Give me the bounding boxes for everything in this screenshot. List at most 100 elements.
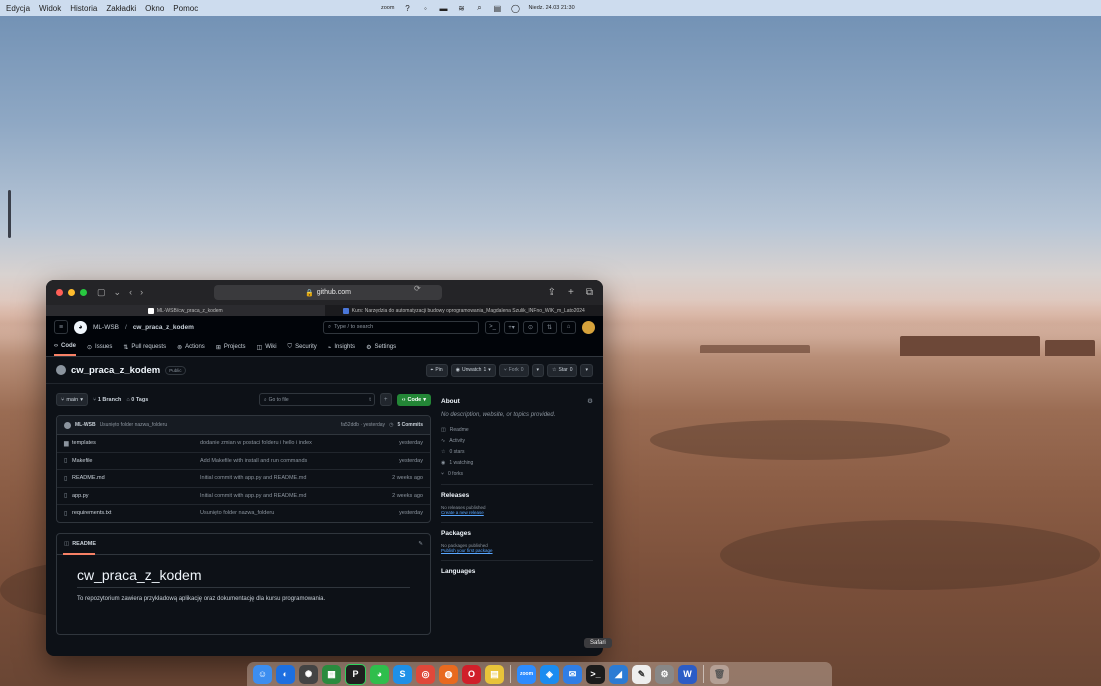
star-button[interactable]: ☆ Star 0 <box>547 363 578 377</box>
tab-actions[interactable]: ⊚ Actions <box>177 338 205 356</box>
help-circle-icon[interactable]: ? <box>402 4 412 13</box>
tab-overview-icon[interactable]: ⧉ <box>586 287 593 298</box>
table-row[interactable]: ▯ README.md Initial commit with app.py a… <box>57 470 430 488</box>
create-release-link[interactable]: Create a new release <box>441 510 593 515</box>
tab-issues[interactable]: ⊙ Issues <box>87 338 112 356</box>
tab-code[interactable]: ‹› Code <box>54 338 76 356</box>
file-name[interactable]: templates <box>72 440 200 446</box>
forward-icon[interactable]: › <box>140 287 143 298</box>
menu-zakladki[interactable]: Zakładki <box>106 4 136 13</box>
stars-link[interactable]: ☆ 0 stars <box>441 449 593 455</box>
file-commit-message[interactable]: Initial commit with app.py and README.md <box>200 475 363 481</box>
notes-icon[interactable]: ▤ <box>485 664 504 684</box>
tab-insights[interactable]: ⌁ Insights <box>328 338 355 356</box>
command-palette-icon[interactable]: >_ <box>485 320 500 334</box>
repo-title[interactable]: cw_praca_z_kodem <box>71 365 160 376</box>
close-window-button[interactable] <box>56 289 63 296</box>
file-commit-message[interactable]: Usunięto folder nazwa_folderu <box>200 510 363 516</box>
readme-tab[interactable]: README <box>72 541 96 547</box>
wifi-icon[interactable]: ≋ <box>456 4 466 13</box>
mail-icon[interactable]: ✉ <box>563 664 582 684</box>
file-name[interactable]: README.md <box>72 475 200 481</box>
settings-icon[interactable]: ⚙ <box>655 664 674 684</box>
publish-package-link[interactable]: Publish your first package <box>441 548 593 553</box>
app-icon[interactable]: ◐ <box>276 664 295 684</box>
table-row[interactable]: ▆ templates dodanie zmian w postaci fold… <box>57 435 430 453</box>
breadcrumb-owner[interactable]: ML-WSB <box>93 324 119 331</box>
gear-icon[interactable]: ⚙ <box>587 397 593 405</box>
file-commit-message[interactable]: dodanie zmian w postaci folderu i hello … <box>200 440 363 446</box>
textedit-icon[interactable]: ✎ <box>632 664 651 684</box>
avatar[interactable] <box>582 320 595 334</box>
address-bar[interactable]: 🔒 github.com <box>214 285 442 300</box>
skype-icon[interactable]: S <box>393 664 412 684</box>
go-to-file-input[interactable]: ⌕ Go to file t <box>258 393 375 406</box>
zoom-window-button[interactable] <box>80 289 87 296</box>
menu-okno[interactable]: Okno <box>145 4 164 13</box>
chatgpt-icon[interactable]: ✺ <box>299 664 318 684</box>
excel-like-icon[interactable]: ▦ <box>322 664 341 684</box>
trash-icon[interactable]: 🗑 <box>710 664 729 684</box>
menu-edycja[interactable]: Edycja <box>6 4 30 13</box>
chrome-icon[interactable]: ◎ <box>416 664 435 684</box>
pin-button[interactable]: ⌖ Pin <box>425 363 448 377</box>
terminal-icon[interactable]: >_ <box>586 664 605 684</box>
readme-link[interactable]: ◫ Readme <box>441 427 593 433</box>
firefox-icon[interactable]: ◍ <box>439 664 458 684</box>
commit-message[interactable]: Usunięto folder nazwa_folderu <box>100 422 168 428</box>
tab-security[interactable]: ⛉ Security <box>288 338 317 356</box>
inbox-icon[interactable]: ⌂ <box>561 320 576 334</box>
table-row[interactable]: ▯ app.py Initial commit with app.py and … <box>57 488 430 505</box>
word-icon[interactable]: W <box>678 664 697 684</box>
menu-widok[interactable]: Widok <box>39 4 61 13</box>
fork-button[interactable]: ⑂ Fork 0 <box>498 363 529 377</box>
status-icon[interactable]: ◦ <box>420 4 430 13</box>
edit-pencil-icon[interactable]: ✎ <box>418 541 423 547</box>
unwatch-button[interactable]: ◉ Unwatch 1 ▾ <box>450 363 496 377</box>
file-name[interactable]: app.py <box>72 493 200 499</box>
back-icon[interactable]: ‹ <box>129 287 132 298</box>
zoom-status[interactable]: zoom <box>381 5 394 11</box>
tab-settings[interactable]: ⚙ Settings <box>366 338 396 356</box>
file-name[interactable]: requirements.txt <box>72 510 200 516</box>
chevron-down-icon[interactable]: ⌄ <box>114 287 122 298</box>
menu-icon[interactable]: ≡ <box>54 320 68 334</box>
create-new-icon[interactable]: +▾ <box>504 320 519 334</box>
tab-github[interactable]: ML-WSB/cw_praca_z_kodem <box>46 305 325 316</box>
table-row[interactable]: ▯ requirements.txt Usunięto folder nazwa… <box>57 505 430 522</box>
tags-link[interactable]: ⌂ 0 Tags <box>126 397 148 403</box>
tab-course[interactable]: Kurs: Narzędzia do automatyzacji budowy … <box>325 305 604 316</box>
packages-title[interactable]: Packages <box>441 530 593 537</box>
releases-title[interactable]: Releases <box>441 492 593 499</box>
watching-link[interactable]: ◉ 1 watching <box>441 460 593 466</box>
pull-requests-icon[interactable]: ⇅ <box>542 320 557 334</box>
window-edge-handle[interactable] <box>8 190 11 238</box>
finder-icon[interactable]: ☺ <box>253 664 272 684</box>
file-commit-message[interactable]: Initial commit with app.py and README.md <box>200 493 363 499</box>
sidebar-icon[interactable]: ▢ <box>97 287 106 298</box>
file-commit-message[interactable]: Add Makefile with install and run comman… <box>200 458 363 464</box>
vscode-icon[interactable]: ◢ <box>609 664 628 684</box>
branches-link[interactable]: ⑂ 1 Branch <box>93 397 121 403</box>
pycharm-icon[interactable]: P <box>345 663 366 685</box>
add-file-button[interactable]: + <box>379 393 392 406</box>
breadcrumb-repo[interactable]: cw_praca_z_kodem <box>133 324 194 331</box>
opera-icon[interactable]: O <box>462 664 481 684</box>
star-dropdown-button[interactable]: ▾ <box>580 363 593 377</box>
code-button[interactable]: ‹› Code ▾ <box>396 393 431 406</box>
issues-icon[interactable]: ⊙ <box>523 320 538 334</box>
reload-icon[interactable]: ⟳ <box>414 284 421 293</box>
file-name[interactable]: Makefile <box>72 458 200 464</box>
clock[interactable]: Niedz. 24.03 21:30 <box>528 5 574 11</box>
new-tab-icon[interactable]: + <box>568 287 574 298</box>
fork-dropdown-button[interactable]: ▾ <box>531 363 545 377</box>
search-input[interactable]: ⌕ Type / to search <box>323 320 479 334</box>
game-icon[interactable]: ◕ <box>370 664 389 684</box>
activity-link[interactable]: ∿ Activity <box>441 438 593 444</box>
menu-historia[interactable]: Historia <box>70 4 97 13</box>
tab-wiki[interactable]: ◫ Wiki <box>257 338 277 356</box>
control-center-icon[interactable]: ▤ <box>492 4 502 13</box>
table-row[interactable]: ▯ Makefile Add Makefile with install and… <box>57 453 430 470</box>
battery-icon[interactable]: ▬ <box>438 4 448 13</box>
safari-icon[interactable]: ◈ <box>540 664 559 684</box>
